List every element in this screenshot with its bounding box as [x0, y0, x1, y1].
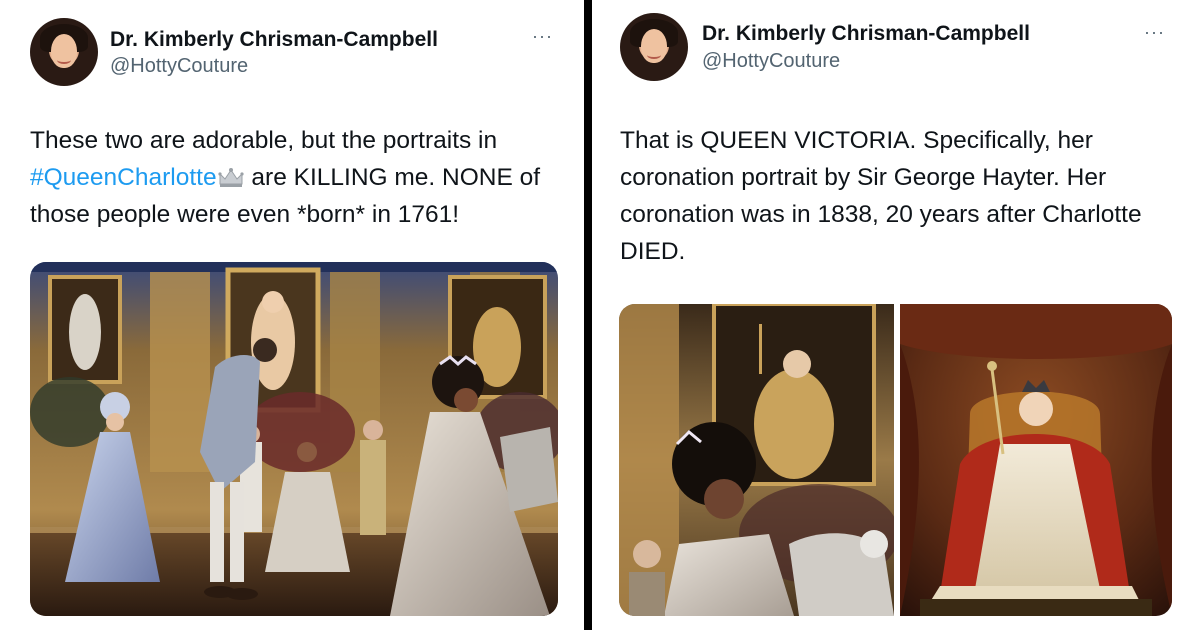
- hashtag-link[interactable]: #QueenCharlotte: [30, 164, 217, 191]
- author-name[interactable]: Dr. Kimberly Chrisman-Campbell: [702, 22, 1030, 46]
- author-handle[interactable]: @HottyCouture: [702, 50, 840, 73]
- author-handle[interactable]: @HottyCouture: [110, 55, 248, 78]
- victoria-portrait-illustration: [900, 304, 1172, 616]
- tweet-text: That is QUEEN VICTORIA. Specifically, he…: [620, 127, 1142, 265]
- ballroom-closeup-illustration: [619, 304, 894, 616]
- ballroom-closeup-image[interactable]: [619, 304, 894, 616]
- more-options-icon[interactable]: ···: [532, 26, 553, 47]
- author-avatar[interactable]: [620, 13, 688, 81]
- author-name[interactable]: Dr. Kimberly Chrisman-Campbell: [110, 28, 438, 52]
- tweet-right: Dr. Kimberly Chrisman-Campbell @HottyCou…: [592, 0, 1200, 630]
- more-options-icon[interactable]: ···: [1144, 22, 1165, 43]
- victoria-portrait-image[interactable]: [900, 304, 1172, 616]
- tweet-text-part1: These two are adorable, but the portrait…: [30, 127, 498, 154]
- tweet-text: These two are adorable, but the portrait…: [30, 122, 550, 233]
- author-avatar[interactable]: [30, 18, 98, 86]
- crown-icon: [218, 168, 244, 187]
- tweet-left: Dr. Kimberly Chrisman-Campbell @HottyCou…: [0, 0, 584, 630]
- ballroom-scene-illustration: [30, 262, 558, 616]
- ballroom-scene-image[interactable]: [30, 262, 558, 616]
- panel-divider: [584, 0, 592, 630]
